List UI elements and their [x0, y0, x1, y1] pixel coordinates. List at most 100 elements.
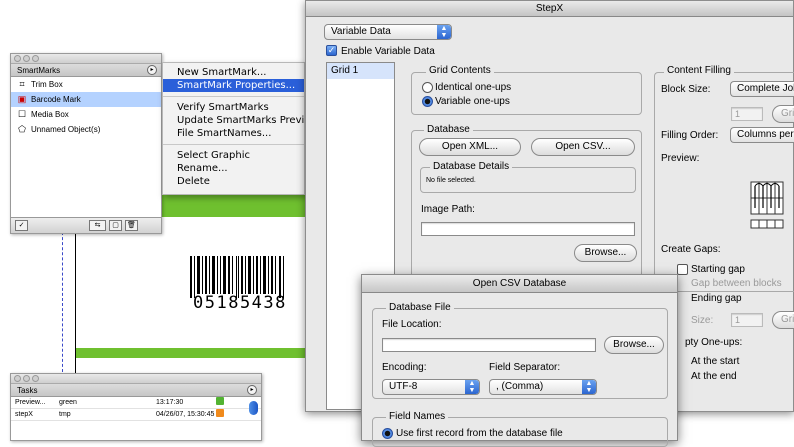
- tasks-scrollbar[interactable]: [249, 401, 258, 415]
- content-filling-title: Content Filling: [664, 65, 734, 76]
- popup-arrows-icon: ▲ ▼: [437, 25, 451, 39]
- close-dot-icon[interactable]: [14, 55, 21, 62]
- zoom-dot-icon[interactable]: [32, 375, 39, 382]
- database-details-title: Database Details: [430, 161, 513, 172]
- browse-image-path-button[interactable]: Browse...: [574, 244, 637, 262]
- image-path-input[interactable]: [421, 222, 635, 236]
- use-first-record-label: Use first record from the database file: [396, 428, 563, 439]
- tasks-title: Tasks: [17, 386, 38, 395]
- trash-icon[interactable]: 🗑: [125, 220, 138, 231]
- enable-variable-data-label: Enable Variable Data: [341, 46, 435, 57]
- mode-popup[interactable]: Variable Data ▲ ▼: [324, 24, 452, 40]
- palette-menu-icon[interactable]: ▸: [247, 385, 257, 395]
- menu-item-verify-smartmarks[interactable]: Verify SmartMarks: [163, 101, 304, 114]
- table-row[interactable]: Preview... green 13:17:30: [11, 397, 261, 409]
- smartmark-item-media-box[interactable]: ☐ Media Box: [11, 107, 161, 122]
- block-count-field[interactable]: 1: [731, 107, 763, 121]
- gap-between-label: Gap between blocks: [691, 278, 782, 289]
- minimize-dot-icon[interactable]: [23, 375, 30, 382]
- filling-order-label: Filling Order:: [661, 130, 719, 141]
- list-item[interactable]: Grid 1: [327, 63, 394, 79]
- menu-separator: [163, 96, 304, 97]
- database-details-text: No file selected.: [426, 177, 476, 184]
- menu-item-update-preview[interactable]: Update SmartMarks Preview: [163, 114, 304, 127]
- tab-tasks[interactable]: Tasks ▸: [11, 384, 261, 397]
- stepx-titlebar[interactable]: StepX: [306, 1, 793, 17]
- smartmarks-context-menu: New SmartMark... SmartMark Properties...…: [162, 62, 305, 195]
- menu-item-smartmark-properties[interactable]: SmartMark Properties...: [163, 79, 304, 92]
- smartmarks-palette: SmartMarks ▸ ⌗ Trim Box ▣ Barcode Mark ☐ Me…: [10, 53, 162, 234]
- status-warning-icon: [216, 409, 224, 417]
- grid-contents-title: Grid Contents: [426, 65, 494, 76]
- barcode-mark-icon: ▣: [17, 94, 27, 104]
- open-xml-button[interactable]: Open XML...: [419, 138, 521, 156]
- smartmark-item-trim-box[interactable]: ⌗ Trim Box: [11, 77, 161, 92]
- ending-gap-label: Ending gap: [691, 293, 742, 304]
- tasks-titlebar[interactable]: [11, 374, 261, 384]
- popup-arrows-icon: ▲ ▼: [582, 380, 596, 394]
- file-location-input[interactable]: [382, 338, 596, 352]
- at-the-start-label: At the start: [691, 356, 740, 367]
- grid-contents-group: [411, 72, 642, 115]
- palette-titlebar[interactable]: [11, 54, 161, 64]
- barcode-graphic: [190, 256, 284, 298]
- popup-arrows-icon: ▲ ▼: [465, 380, 479, 394]
- menu-item-rename[interactable]: Rename...: [163, 162, 304, 175]
- starting-gap-checkbox[interactable]: [677, 264, 688, 275]
- size-label: Size:: [691, 315, 714, 326]
- database-title: Database: [424, 124, 473, 135]
- open-csv-dialog: Open CSV Database Database File File Loc…: [361, 274, 678, 447]
- smartmark-item-unnamed-objects[interactable]: ⬠ Unnamed Object(s): [11, 122, 161, 137]
- menu-item-file-smartnames[interactable]: File SmartNames...: [163, 127, 304, 140]
- use-first-record-radio[interactable]: [382, 428, 393, 439]
- field-names-title: Field Names: [386, 411, 449, 422]
- identical-oneups-label: Identical one-ups: [435, 82, 512, 93]
- at-the-end-label: At the end: [691, 371, 737, 382]
- new-smartmark-icon[interactable]: ▢: [109, 220, 122, 231]
- preview-label: Preview:: [661, 153, 700, 164]
- size-field[interactable]: 1: [731, 313, 763, 327]
- block-grid-button[interactable]: Grid: [772, 105, 794, 123]
- block-size-popup[interactable]: Complete Jobs: [730, 81, 794, 97]
- encoding-label: Encoding:: [382, 362, 427, 373]
- filling-preview-graphic: [750, 181, 784, 229]
- enable-variable-data-checkbox[interactable]: ✓: [326, 45, 337, 56]
- size-grid-button[interactable]: Grid: [772, 311, 794, 329]
- open-csv-button[interactable]: Open CSV...: [531, 138, 635, 156]
- block-size-label: Block Size:: [661, 84, 711, 95]
- menu-item-delete[interactable]: Delete: [163, 175, 304, 188]
- status-ok-icon: [216, 397, 224, 405]
- identical-oneups-radio[interactable]: [422, 82, 433, 93]
- tab-smartmarks[interactable]: SmartMarks ▸: [11, 64, 161, 77]
- verify-icon[interactable]: ✓: [15, 220, 28, 231]
- green-strip-top: [162, 195, 305, 217]
- menu-item-new-smartmark[interactable]: New SmartMark...: [163, 66, 304, 79]
- guide-line-blue: [62, 232, 63, 372]
- barcode-number: 05185438: [193, 293, 287, 313]
- palette-menu-icon[interactable]: ▸: [147, 65, 157, 75]
- encoding-popup[interactable]: UTF-8 ▲ ▼: [382, 379, 480, 395]
- menu-separator: [163, 144, 304, 145]
- create-gaps-label: Create Gaps:: [661, 244, 721, 255]
- file-location-label: File Location:: [382, 319, 442, 330]
- smartmark-item-barcode-mark[interactable]: ▣ Barcode Mark: [11, 92, 161, 107]
- field-separator-popup[interactable]: , (Comma) ▲ ▼: [489, 379, 597, 395]
- trim-box-icon: ⌗: [19, 79, 25, 89]
- database-file-title: Database File: [386, 302, 454, 313]
- table-row[interactable]: stepX tmp 04/26/07, 15:30:45: [11, 409, 261, 421]
- variable-oneups-label: Variable one-ups: [435, 96, 510, 107]
- image-path-label: Image Path:: [421, 204, 475, 215]
- palette-title: SmartMarks: [17, 66, 61, 75]
- starting-gap-label: Starting gap: [691, 264, 745, 275]
- link-icon[interactable]: ⇆: [89, 220, 106, 231]
- object-icon: ⬠: [18, 124, 26, 134]
- palette-toolbar: ✓ ⇆ ▢ 🗑: [11, 217, 161, 233]
- csv-browse-button[interactable]: Browse...: [604, 336, 664, 354]
- close-dot-icon[interactable]: [14, 375, 21, 382]
- minimize-dot-icon[interactable]: [23, 55, 30, 62]
- filling-order-popup[interactable]: Columns per: [730, 127, 794, 143]
- menu-item-select-graphic[interactable]: Select Graphic: [163, 149, 304, 162]
- zoom-dot-icon[interactable]: [32, 55, 39, 62]
- variable-oneups-radio[interactable]: [422, 96, 433, 107]
- csv-dialog-titlebar[interactable]: Open CSV Database: [362, 275, 677, 293]
